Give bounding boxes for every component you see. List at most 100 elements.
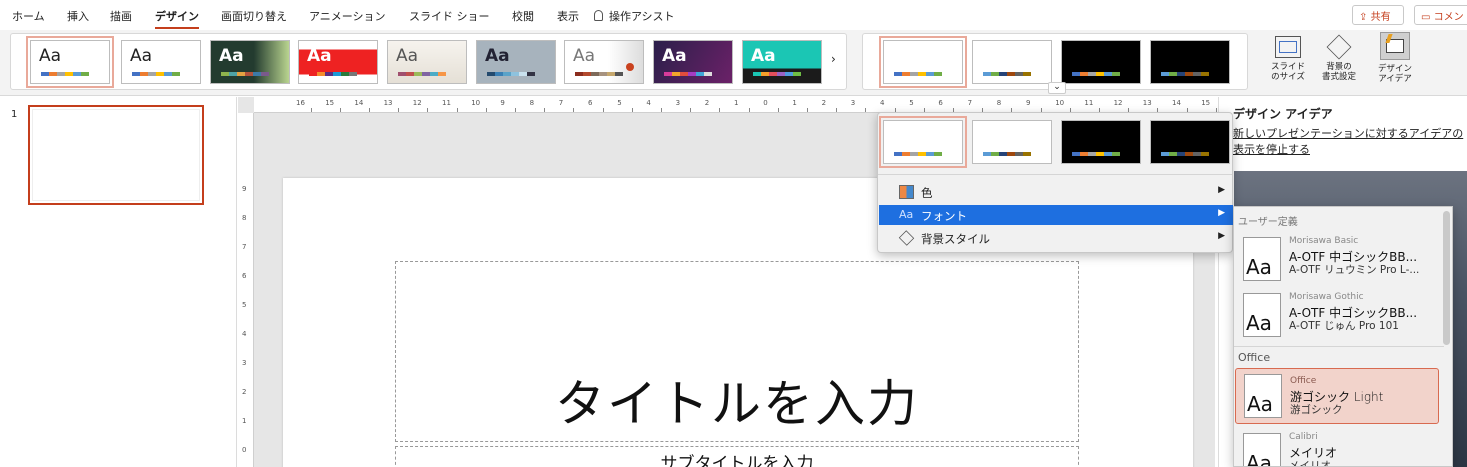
dd-variant-1[interactable] — [879, 116, 967, 168]
ruler-tick-label: 13 — [1142, 99, 1152, 107]
comments-button[interactable]: ▭ コメン — [1414, 5, 1467, 25]
theme-colors — [753, 72, 801, 76]
ruler-tick-mark — [748, 108, 750, 112]
ruler-tick-label: 15 — [325, 99, 335, 107]
menu-item-background-styles[interactable]: 背景スタイル ▶ — [879, 228, 1233, 248]
theme-colors — [487, 72, 535, 76]
tab-slideshow[interactable]: スライド ショー — [409, 8, 490, 24]
dd-variant-2[interactable] — [972, 120, 1052, 164]
powerpoint-window: ホーム 挿入 描画 デザイン 画面切り替え アニメーション スライド ショー 校… — [0, 0, 1467, 467]
ruler-tick-mark — [485, 108, 487, 112]
format-background-button[interactable]: 背景の 書式設定 — [1318, 34, 1360, 82]
ruler-tick-mark — [690, 108, 692, 112]
ruler-tick-mark — [456, 108, 458, 112]
comments-label: コメン — [1433, 12, 1464, 23]
ruler-tick-mark — [339, 108, 341, 112]
ruler-tick-mark — [777, 108, 779, 112]
theme-office-2[interactable]: Aa — [121, 40, 201, 84]
tab-transitions[interactable]: 画面切り替え — [221, 8, 287, 24]
variant-4[interactable] — [1150, 40, 1230, 84]
font-item-morisawa-basic[interactable]: Aa Morisawa Basic A-OTF 中ゴシックBB... A-OTF… — [1235, 231, 1439, 287]
ruler-tick-label: 8 — [242, 214, 247, 222]
theme-sample-text: Aa — [219, 46, 244, 66]
design-ribbon: Aa Aa Aa Aa Aa Aa Aa Aa Aa › ⌄ スライド のサイズ… — [0, 30, 1467, 96]
font-item-office[interactable]: Aa Office 游ゴシック Light 游ゴシック — [1235, 368, 1439, 424]
ruler-tick-label: 5 — [242, 301, 247, 309]
tab-design[interactable]: デザイン — [155, 8, 199, 29]
theme-sample-text: Aa — [662, 46, 687, 66]
tab-home[interactable]: ホーム — [12, 8, 45, 24]
variant-colors — [983, 72, 1031, 76]
font-sample-glyph: Aa — [1246, 311, 1272, 335]
expand-variants-icon[interactable]: ⌄ — [1048, 82, 1066, 94]
variant-colors — [983, 152, 1031, 156]
dd-variant-4[interactable] — [1150, 120, 1230, 164]
menu-item-background-label: 背景スタイル — [921, 232, 990, 246]
ruler-tick-label: 5 — [909, 99, 914, 107]
font-item-morisawa-gothic[interactable]: Aa Morisawa Gothic A-OTF 中ゴシックBB... A-OT… — [1235, 287, 1439, 343]
theme-colors — [221, 72, 269, 76]
section-office: Office — [1238, 351, 1271, 364]
theme-organic[interactable]: Aa — [210, 40, 290, 84]
share-button[interactable]: ⇪ 共有 — [1352, 5, 1404, 25]
tell-me-box[interactable]: 操作アシスト — [594, 8, 675, 24]
variant-1[interactable] — [879, 36, 967, 88]
theme-colors — [664, 72, 712, 76]
dd-variant-3[interactable] — [1061, 120, 1141, 164]
subtitle-placeholder[interactable]: サブタイトルを入力 — [395, 446, 1079, 467]
ruler-tick-label: 15 — [1201, 99, 1211, 107]
design-ideas-button[interactable]: デザイン アイデア — [1374, 32, 1416, 84]
slide-thumbnail[interactable] — [28, 105, 204, 205]
decor-dot — [626, 63, 634, 71]
section-custom: ユーザー定義 — [1238, 217, 1298, 228]
font-item-calibri[interactable]: Aa Calibri メイリオ メイリオ — [1235, 427, 1439, 466]
slide-size-label: スライド — [1270, 62, 1305, 72]
tab-draw[interactable]: 描画 — [110, 8, 132, 24]
theme-celestial[interactable]: Aa — [653, 40, 733, 84]
menu-item-fonts[interactable]: Aa フォント ▶ — [879, 205, 1233, 225]
ruler-tick-mark — [398, 108, 400, 112]
theme-slate[interactable]: Aa — [476, 40, 556, 84]
slide-size-button[interactable]: スライド のサイズ — [1268, 36, 1308, 82]
background-style-icon — [898, 230, 915, 246]
design-ideas-title: デザイン アイデア — [1233, 107, 1333, 121]
stop-ideas-link[interactable]: 新しいプレゼンテーションに対するアイデアの — [1233, 125, 1463, 141]
submenu-arrow-icon: ▶ — [1218, 208, 1225, 218]
theme-colors — [575, 72, 623, 76]
tab-animations[interactable]: アニメーション — [309, 8, 386, 24]
font-sample-box: Aa — [1244, 374, 1282, 418]
variant-3[interactable] — [1061, 40, 1141, 84]
title-placeholder[interactable]: タイトルを入力 — [395, 261, 1079, 442]
theme-colors — [41, 72, 89, 76]
ruler-tick-label: 10 — [471, 99, 481, 107]
tab-view[interactable]: 表示 — [557, 8, 579, 24]
variant-colors — [1072, 72, 1120, 76]
gallery-more-icon[interactable]: › — [831, 52, 836, 66]
stop-ideas-link-2[interactable]: 表示を停止する — [1233, 141, 1310, 157]
ruler-tick-label: 3 — [675, 99, 681, 107]
submenu-scrollbar[interactable] — [1443, 211, 1450, 345]
tab-insert[interactable]: 挿入 — [67, 8, 89, 24]
tab-review[interactable]: 校閲 — [512, 8, 534, 24]
ruler-tick-mark — [631, 108, 633, 112]
lightbulb-icon — [594, 10, 603, 21]
ruler-tick-label: 4 — [646, 99, 651, 107]
menu-item-colors[interactable]: 色 ▶ — [879, 182, 1233, 202]
ruler-tick-label: 6 — [242, 272, 247, 280]
font-body: 游ゴシック — [1290, 404, 1343, 416]
submenu-arrow-icon: ▶ — [1218, 231, 1225, 241]
variant-2[interactable] — [972, 40, 1052, 84]
theme-retrospect[interactable]: Aa — [387, 40, 467, 84]
theme-vapor[interactable]: Aa — [564, 40, 644, 84]
design-ideas-label-2: アイデア — [1378, 74, 1412, 84]
ruler-tick-label: 4 — [880, 99, 885, 107]
theme-mesh[interactable]: Aa — [742, 40, 822, 84]
ruler-tick-label: 1 — [242, 417, 247, 425]
subtitle-text: サブタイトルを入力 — [660, 454, 814, 467]
theme-colors — [309, 72, 357, 76]
theme-ion[interactable]: Aa — [298, 40, 378, 84]
theme-office[interactable]: Aa — [26, 36, 114, 88]
font-set-name: Calibri — [1289, 432, 1318, 442]
ruler-tick-label: 6 — [588, 99, 593, 107]
ruler-tick-label: 1 — [734, 99, 739, 107]
